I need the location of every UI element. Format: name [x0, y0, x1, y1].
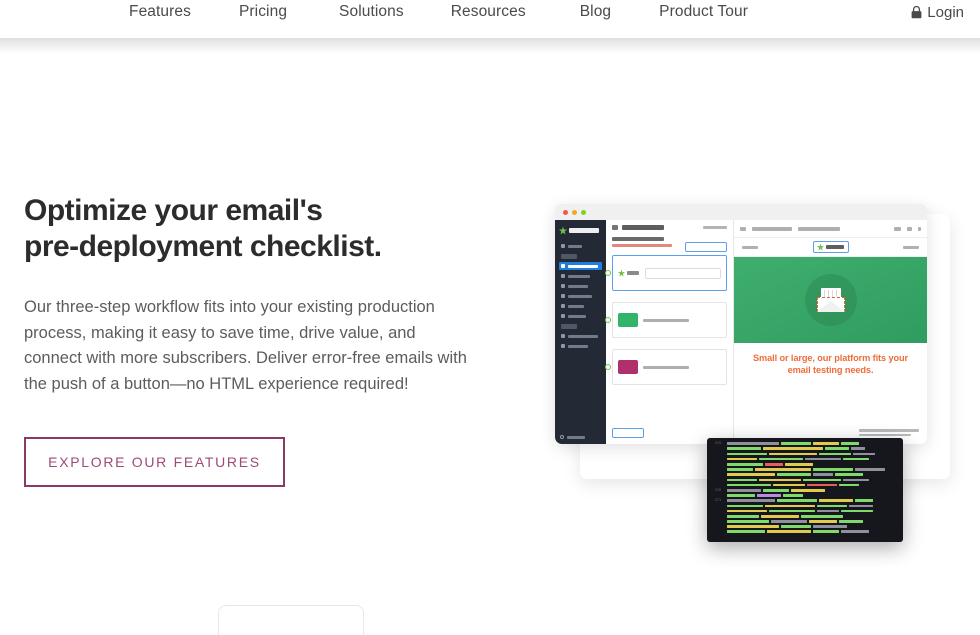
- mockup-sidebar-item: [559, 282, 602, 290]
- window-maximize-dot: [581, 209, 586, 215]
- code-line-number: 170: [714, 487, 721, 492]
- hero-copy: Optimize your email's pre-deployment che…: [24, 193, 494, 397]
- mockup-sidebar-item: [559, 302, 602, 310]
- nav-item-solutions[interactable]: Solutions: [339, 3, 404, 21]
- mockup-editor-header: [612, 225, 727, 230]
- mockup-card-input: [645, 267, 721, 279]
- mockup-editor-title: [622, 225, 664, 230]
- product-screenshot-illustration: Small or large, our platform fits your e…: [555, 204, 955, 549]
- mockup-browser-window: Small or large, our platform fits your e…: [555, 204, 927, 444]
- mockup-card-thumbnail: [618, 313, 638, 327]
- mockup-card-logo: [618, 269, 640, 278]
- code-line-number: 215: [714, 441, 721, 445]
- hero-title-line-2: pre-deployment checklist.: [24, 230, 382, 263]
- explore-our-features-button[interactable]: EXPLORE OUR FEATURES: [24, 437, 285, 487]
- mockup-email-logo: [812, 241, 849, 253]
- page-title: Optimize your email's pre-deployment che…: [24, 193, 494, 265]
- bottom-card-peek: [218, 605, 364, 635]
- code-view-icon: [740, 226, 746, 231]
- nav-item-pricing[interactable]: Pricing: [239, 3, 287, 21]
- site-header: Features Pricing Solutions Resources Blo…: [0, 0, 980, 38]
- mockup-sidebar-item: [559, 332, 602, 340]
- mockup-editor-action-button: [685, 242, 727, 252]
- mockup-email-caption: Small or large, our platform fits your e…: [753, 353, 908, 375]
- check-circle-icon: [605, 364, 611, 370]
- mockup-email-hero: [734, 257, 927, 343]
- star-icon: [559, 226, 567, 235]
- mockup-sidebar-item: [559, 312, 602, 320]
- mockup-app-logo: [559, 224, 602, 237]
- hero-section: Optimize your email's pre-deployment che…: [0, 54, 980, 617]
- mockup-checklist-card: [605, 255, 727, 291]
- mockup-sidebar-item: [559, 272, 602, 280]
- window-minimize-dot: [572, 209, 577, 215]
- mockup-email-header: [734, 238, 927, 257]
- mockup-email-header-right: [903, 245, 919, 249]
- mockup-code-panel: 215 170 271: [707, 438, 903, 542]
- mockup-checklist-card: [605, 302, 727, 338]
- mockup-toolbar-dropdown: [798, 226, 840, 231]
- mockup-editor-meta: [703, 226, 727, 229]
- nav-item-resources[interactable]: Resources: [451, 3, 526, 21]
- mockup-sidebar: [555, 220, 606, 444]
- window-close-dot: [563, 209, 568, 215]
- mockup-sidebar-item: [559, 242, 602, 250]
- mockup-checklist-card: [605, 349, 727, 385]
- lock-icon: [911, 5, 922, 18]
- mockup-email-icon-circle: [804, 274, 857, 326]
- check-circle-icon: [605, 270, 611, 276]
- mockup-card-thumbnail: [618, 360, 638, 374]
- mockup-sidebar-caption: [561, 254, 577, 259]
- mockup-card-text: [643, 318, 689, 322]
- code-line-number: 271: [714, 498, 721, 503]
- mockup-sidebar-caption: [561, 324, 577, 329]
- nav-item-blog[interactable]: Blog: [580, 3, 611, 21]
- mockup-editor-warning: [612, 244, 672, 247]
- hero-title-line-1: Optimize your email's: [24, 194, 323, 227]
- mockup-email-footer: [859, 429, 919, 438]
- mockup-sidebar-item: [559, 342, 602, 350]
- mockup-editor-subtitle: [612, 237, 664, 241]
- hero-paragraph: Our three-step workflow fits into your e…: [24, 298, 467, 393]
- desktop-view-icon: [894, 226, 901, 231]
- primary-navigation: Features Pricing Solutions Resources Blo…: [0, 0, 980, 37]
- mockup-logo-wordmark: [569, 228, 599, 233]
- check-circle-icon: [605, 317, 611, 323]
- mockup-card-text: [643, 365, 689, 369]
- envelope-icon: [816, 288, 845, 312]
- hamburger-icon: [612, 225, 618, 230]
- mockup-preview-column: Small or large, our platform fits your e…: [734, 220, 927, 444]
- mockup-editor-column: [605, 220, 734, 444]
- nav-item-product-tour[interactable]: Product Tour: [659, 3, 748, 21]
- header-shadow-divider: [0, 38, 980, 54]
- tablet-view-icon: [907, 226, 912, 231]
- mockup-body: Small or large, our platform fits your e…: [555, 220, 927, 444]
- mockup-titlebar: [555, 204, 927, 220]
- mockup-sidebar-item-active: [559, 262, 602, 270]
- mobile-view-icon: [918, 226, 921, 231]
- mockup-toolbar-dropdown: [752, 226, 792, 231]
- mockup-email-header-left: [742, 245, 758, 249]
- mockup-sidebar-footer: [560, 435, 585, 439]
- mockup-sidebar-item: [559, 292, 602, 300]
- mockup-preview-button: [612, 428, 644, 438]
- nav-item-features[interactable]: Features: [129, 3, 191, 21]
- login-button[interactable]: Login: [911, 0, 964, 37]
- login-label: Login: [927, 3, 964, 21]
- mockup-preview-toolbar: [734, 220, 927, 238]
